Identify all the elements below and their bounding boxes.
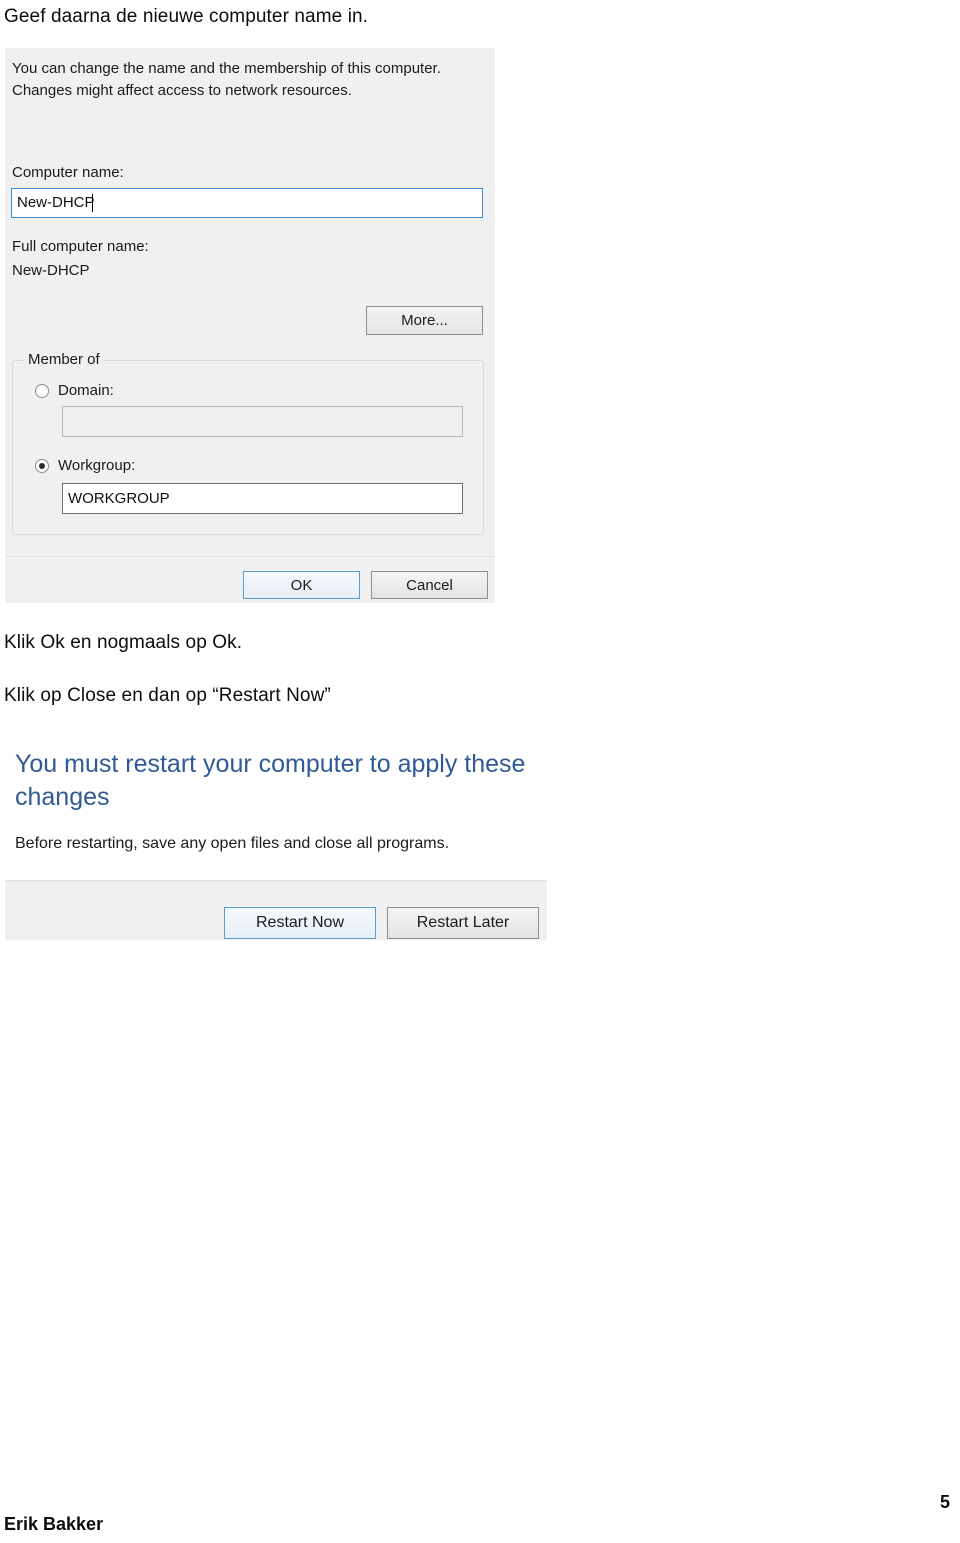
restart-later-button[interactable]: Restart Later xyxy=(387,907,539,939)
footer-page-number: 5 xyxy=(940,1492,951,1512)
domain-radio-label: Domain: xyxy=(58,382,114,399)
domain-radio-icon[interactable] xyxy=(35,383,49,398)
klik-close-instruction-text: Klik op Close en dan op “Restart Now” xyxy=(4,685,331,706)
full-computer-name-value: New-DHCP xyxy=(12,262,90,279)
klik-ok-instruction-text: Klik Ok en nogmaals op Ok. xyxy=(4,632,243,653)
restart-dialog-subtext: Before restarting, save any open files a… xyxy=(15,835,450,852)
member-of-groupbox-label: Member of xyxy=(24,351,104,368)
restart-dialog-button-bar: Restart Now Restart Later xyxy=(5,880,547,940)
computer-name-label: Computer name: xyxy=(12,164,124,181)
workgroup-radio-icon[interactable] xyxy=(35,458,49,473)
restart-dialog-screenshot: You must restart your computer to apply … xyxy=(5,740,547,940)
domain-input[interactable] xyxy=(62,406,463,437)
footer-author: Erik Bakker xyxy=(4,1514,104,1534)
more-button[interactable]: More... xyxy=(366,306,483,335)
workgroup-radio-label: Workgroup: xyxy=(58,457,136,474)
full-computer-name-label: Full computer name: xyxy=(12,238,149,255)
text-caret xyxy=(92,194,93,212)
computer-name-input[interactable]: New-DHCP xyxy=(11,188,483,218)
restart-now-button[interactable]: Restart Now xyxy=(224,907,376,939)
system-properties-screenshot: You can change the name and the membersh… xyxy=(5,48,495,603)
system-properties-button-bar: OK Cancel xyxy=(5,556,495,603)
cancel-button[interactable]: Cancel xyxy=(371,571,488,599)
dialog-description-text: You can change the name and the membersh… xyxy=(12,60,441,99)
intro-instruction-text: Geef daarna de nieuwe computer name in. xyxy=(4,6,369,27)
workgroup-input[interactable]: WORKGROUP xyxy=(62,483,463,514)
ok-button[interactable]: OK xyxy=(243,571,360,599)
workgroup-radio-row[interactable]: Workgroup: xyxy=(35,457,135,474)
workgroup-input-value: WORKGROUP xyxy=(68,490,170,507)
restart-dialog-heading: You must restart your computer to apply … xyxy=(15,750,526,811)
computer-name-input-value: New-DHCP xyxy=(17,194,95,211)
domain-radio-row[interactable]: Domain: xyxy=(35,382,114,399)
